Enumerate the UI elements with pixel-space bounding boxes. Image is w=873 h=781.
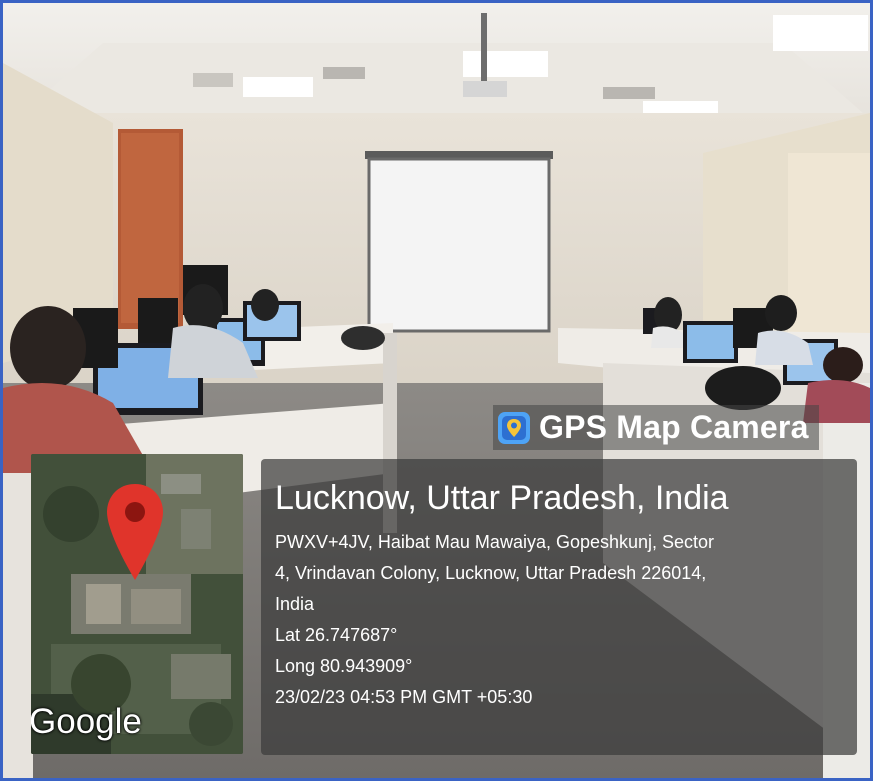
- photo-frame: GPS Map Camera Google Lucknow, Uttar Pra…: [0, 0, 873, 781]
- location-info-card: Lucknow, Uttar Pradesh, India PWXV+4JV, …: [261, 459, 857, 755]
- map-pin-camera-icon: [498, 411, 530, 444]
- app-name: GPS Map Camera: [539, 409, 809, 445]
- address-line: PWXV+4JV, Haibat Mau Mawaiya, Gopeshkunj…: [275, 532, 715, 552]
- timestamp: 23/02/23 04:53 PM GMT +05:30: [275, 687, 533, 707]
- location-title: Lucknow, Uttar Pradesh, India: [275, 479, 729, 517]
- address-line: 4, Vrindavan Colony, Lucknow, Uttar Prad…: [275, 563, 707, 583]
- longitude: Long 80.943909°: [275, 656, 413, 676]
- map-thumbnail: Google: [31, 454, 243, 754]
- gps-map-camera-badge: GPS Map Camera: [493, 405, 819, 450]
- location-details: PWXV+4JV, Haibat Mau Mawaiya, Gopeshkunj…: [275, 527, 845, 713]
- address-line: India: [275, 594, 315, 614]
- latitude: Lat 26.747687°: [275, 625, 398, 645]
- google-attribution: Google: [31, 702, 142, 741]
